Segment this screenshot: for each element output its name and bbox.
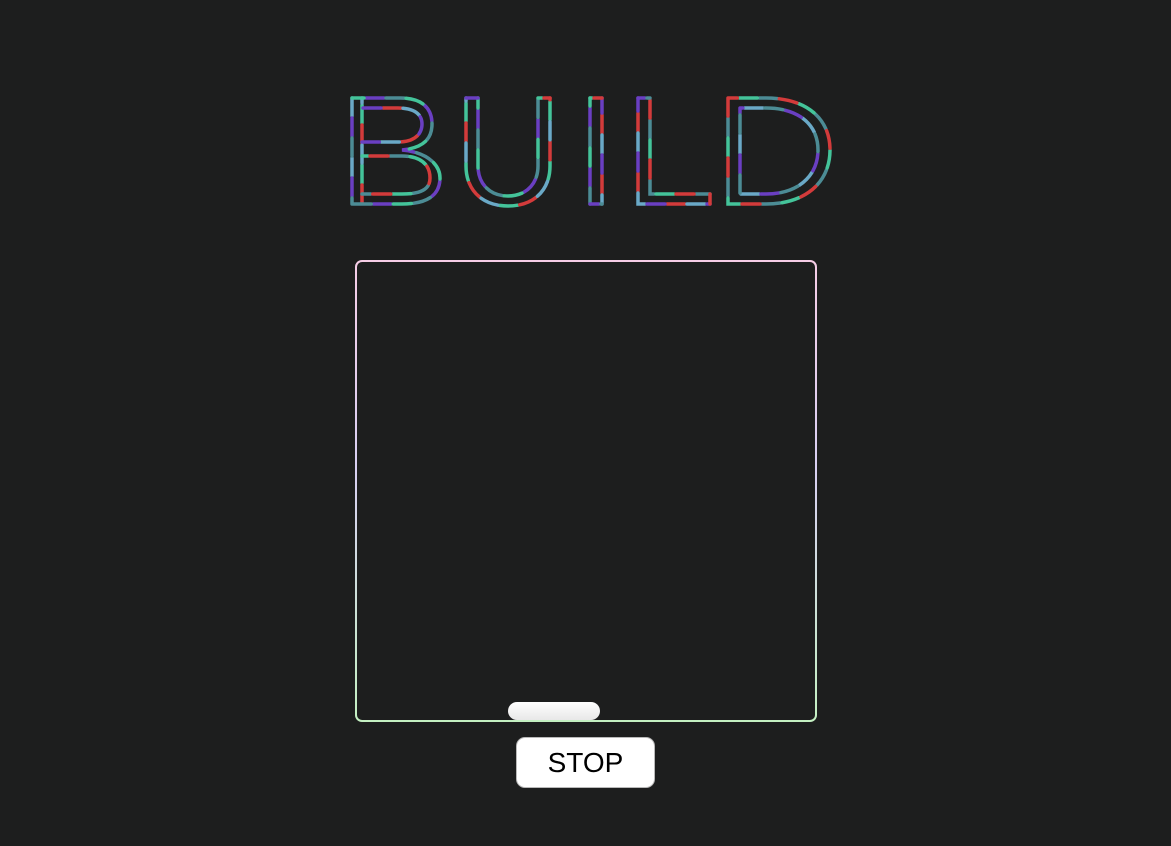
letter-u: [464, 96, 552, 208]
letter-b-stroke: [360, 154, 432, 196]
letter-l-stroke: [648, 96, 712, 196]
letter-b: [350, 96, 442, 206]
letter-u-stroke: [476, 96, 540, 198]
stop-button[interactable]: STOP: [516, 737, 655, 788]
letter-l-stroke: [648, 96, 712, 196]
letter-d: [726, 96, 832, 206]
game-title: BUILD: [340, 90, 840, 215]
letter-l-stroke: [648, 96, 712, 196]
game-board[interactable]: [355, 260, 817, 722]
letter-d-stroke: [738, 106, 820, 196]
paddle[interactable]: [508, 702, 600, 720]
letter-u-stroke: [476, 96, 540, 198]
build-title-graphic: [350, 96, 832, 208]
letter-u-stroke: [476, 96, 540, 198]
letter-b-stroke: [360, 106, 424, 144]
letter-l: [636, 96, 712, 206]
game-board-area[interactable]: [357, 262, 815, 720]
letter-i: [588, 96, 604, 206]
game-stage: BUILD STOP: [0, 0, 1171, 846]
